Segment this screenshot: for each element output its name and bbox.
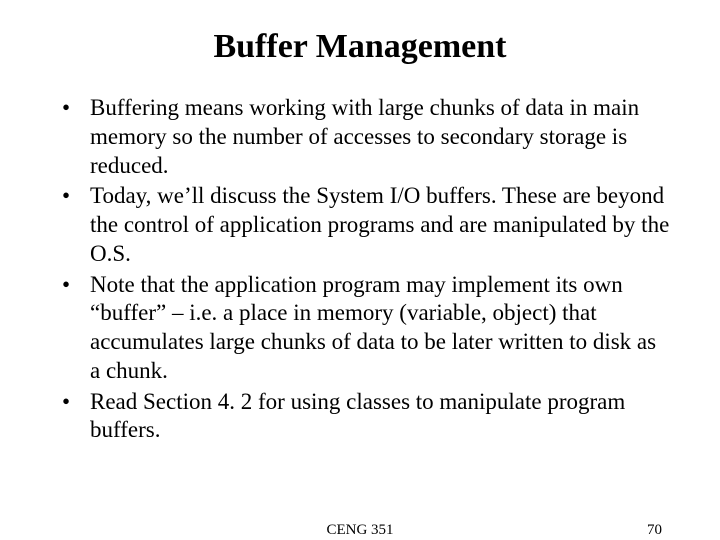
bullet-item: Today, we’ll discuss the System I/O buff… (62, 182, 670, 268)
slide: Buffer Management Buffering means workin… (0, 0, 720, 540)
footer-page-number: 70 (647, 522, 662, 539)
footer-course-code: CENG 351 (0, 522, 720, 539)
slide-title: Buffer Management (50, 28, 670, 66)
bullet-list: Buffering means working with large chunk… (50, 94, 670, 445)
bullet-item: Note that the application program may im… (62, 271, 670, 386)
bullet-item: Buffering means working with large chunk… (62, 94, 670, 180)
bullet-item: Read Section 4. 2 for using classes to m… (62, 388, 670, 446)
